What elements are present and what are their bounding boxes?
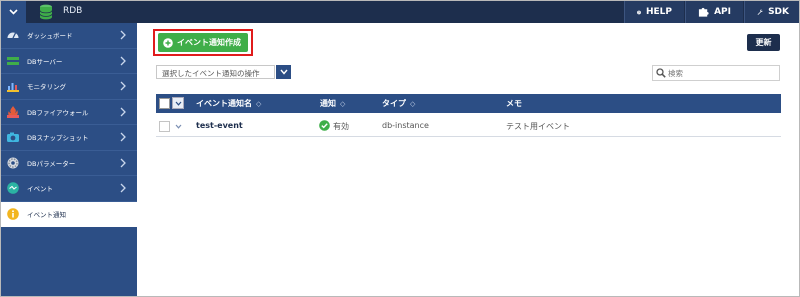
row-expand-button[interactable] <box>173 121 183 131</box>
sidebar-item-db-snapshot[interactable]: DBスナップショット <box>1 125 137 151</box>
chevron-down-icon <box>279 69 288 75</box>
table-header: イベント通知名 ◇ 通知 ◇ タイプ ◇ メモ <box>156 94 781 113</box>
sort-icon: ◇ <box>256 99 262 108</box>
sdk-button[interactable]: SDK <box>744 1 799 23</box>
row-type: db-instance <box>382 121 429 130</box>
sidebar-item-db-firewall[interactable]: DBファイアウォール <box>1 100 137 125</box>
sidebar-item-label: DBファイアウォール <box>27 108 89 117</box>
firewall-icon <box>7 105 19 118</box>
column-header-label: タイプ <box>382 99 406 108</box>
plus-circle-icon <box>163 37 173 48</box>
column-header-label: メモ <box>506 99 522 108</box>
event-icon <box>7 182 19 195</box>
sidebar-item-event[interactable]: イベント <box>1 176 137 202</box>
chevron-right-icon <box>120 183 126 193</box>
gauge-icon <box>7 32 19 39</box>
chevron-right-icon <box>120 107 126 116</box>
sidebar-item-monitoring[interactable]: モニタリング <box>1 74 137 100</box>
question-icon: ? <box>637 10 641 14</box>
camera-icon <box>7 132 19 143</box>
sidebar-item-label: ダッシュボード <box>27 32 73 41</box>
puzzle-icon <box>698 7 709 17</box>
select-menu-button[interactable] <box>172 97 184 109</box>
sort-icon: ◇ <box>410 99 416 108</box>
row-checkbox[interactable] <box>159 121 170 132</box>
server-icon <box>7 56 19 65</box>
info-icon <box>7 208 19 221</box>
create-button-label: イベント通知作成 <box>177 38 241 47</box>
sdk-label: SDK <box>768 7 789 17</box>
bulk-action-dropdown-button[interactable] <box>276 65 291 79</box>
chevron-right-icon <box>120 30 126 40</box>
menu-toggle-button[interactable] <box>1 1 26 23</box>
column-header-label: イベント通知名 <box>196 99 252 108</box>
sidebar-item-label: DBサーバー <box>27 57 63 66</box>
sidebar-item-label: DBスナップショット <box>27 134 89 143</box>
column-header-type[interactable]: タイプ ◇ <box>382 98 415 109</box>
help-button[interactable]: ? HELP <box>624 1 684 23</box>
row-memo: テスト用イベント <box>506 122 570 131</box>
sidebar-item-label: イベント <box>27 185 53 194</box>
sidebar-item-label: イベント通知 <box>27 211 66 220</box>
wrench-icon <box>757 9 763 15</box>
sidebar: ダッシュボード DBサーバー モニタリング DBファイアウォール DBスナップシ… <box>1 23 137 296</box>
api-label: API <box>714 7 731 17</box>
column-header-name[interactable]: イベント通知名 ◇ <box>196 98 261 109</box>
column-header-notify[interactable]: 通知 ◇ <box>320 98 345 109</box>
chevron-down-icon <box>9 9 18 15</box>
help-label: HELP <box>645 7 672 17</box>
search-icon <box>656 68 666 78</box>
create-button-highlight: イベント通知作成 <box>153 29 253 56</box>
app-title: RDB <box>63 6 83 16</box>
sidebar-item-event-notification[interactable]: イベント通知 <box>1 201 137 227</box>
sidebar-item-dashboard[interactable]: ダッシュボード <box>1 23 137 49</box>
search-field[interactable] <box>652 65 780 81</box>
chevron-down-icon <box>175 124 181 129</box>
chart-icon <box>7 83 19 93</box>
api-button[interactable]: API <box>685 1 743 23</box>
chevron-right-icon <box>120 81 126 91</box>
search-input[interactable] <box>668 67 776 79</box>
sort-icon: ◇ <box>340 99 346 108</box>
chevron-right-icon <box>120 132 126 142</box>
column-header-label: 通知 <box>320 99 336 108</box>
sidebar-item-db-parameter[interactable]: DBパラメーター <box>1 151 137 176</box>
gear-icon <box>7 157 19 169</box>
top-bar: RDB ? HELP API SDK <box>1 1 799 23</box>
row-notify-status: 有効 <box>333 122 349 131</box>
sidebar-item-label: DBパラメーター <box>27 159 76 168</box>
check-circle-icon <box>319 120 330 131</box>
chevron-right-icon <box>120 158 126 167</box>
table-row[interactable]: test-event 有効 db-instance テスト用イベント <box>156 115 781 137</box>
app-window: RDB ? HELP API SDK ダッシュボード DBサーバー モニタリング <box>0 0 800 297</box>
refresh-button[interactable]: 更新 <box>747 34 780 51</box>
bulk-action-select[interactable]: 選択したイベント通知の操作 <box>156 65 275 79</box>
sidebar-item-label: モニタリング <box>27 83 66 92</box>
chevron-down-icon <box>175 101 181 106</box>
row-name[interactable]: test-event <box>196 121 243 130</box>
column-header-memo: メモ <box>506 98 522 109</box>
create-event-notification-button[interactable]: イベント通知作成 <box>158 33 248 52</box>
sidebar-item-db-server[interactable]: DBサーバー <box>1 49 137 74</box>
database-icon <box>39 4 53 20</box>
select-all-checkbox[interactable] <box>159 98 170 109</box>
chevron-right-icon <box>120 56 126 65</box>
